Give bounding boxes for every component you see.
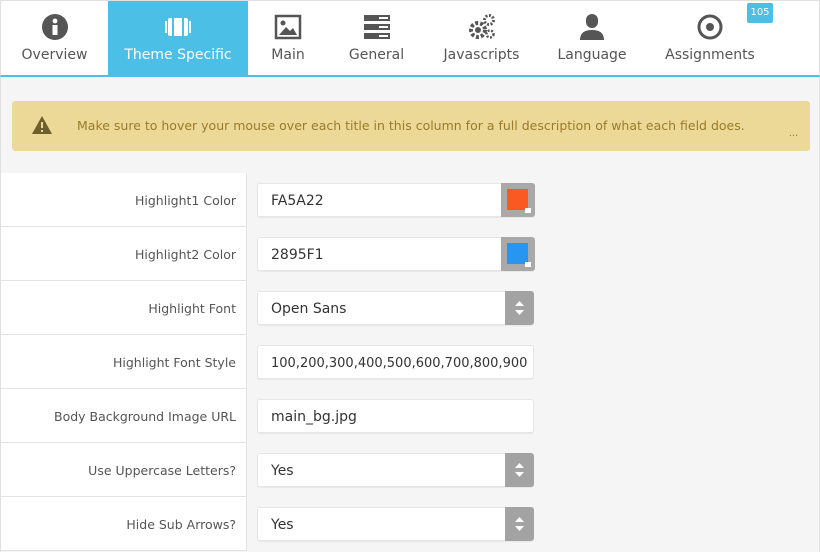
highlight-font-style-input[interactable]: 100,200,300,400,500,600,700,800,900 <box>257 345 534 379</box>
tab-label: General <box>348 47 405 63</box>
field-row: Use Uppercase Letters? <box>1 443 247 497</box>
tab-label: Main <box>271 47 305 63</box>
tab-label: Theme Specific <box>124 47 232 63</box>
field-row: Body Background Image URL <box>1 389 247 443</box>
caret-icon <box>525 208 531 213</box>
field-row: Highlight1 Color <box>1 173 247 227</box>
sort-icon <box>515 517 524 531</box>
gears-icon <box>468 14 495 39</box>
field-value: main_bg.jpg <box>271 409 357 425</box>
tab-language[interactable]: Language <box>538 1 646 76</box>
field-label[interactable]: Highlight Font <box>148 301 236 316</box>
tab-overview[interactable]: Overview <box>1 1 108 76</box>
alert-more-link[interactable]: ... <box>789 127 798 139</box>
tab-label: Javascripts <box>443 47 520 63</box>
hide-sub-arrows-select[interactable]: Yes <box>257 507 534 541</box>
target-icon <box>697 14 723 40</box>
theme-icon <box>165 18 191 36</box>
field-row: Highlight2 Color <box>1 227 247 281</box>
color-picker-button[interactable] <box>501 183 535 217</box>
highlight-font-select[interactable]: Open Sans <box>257 291 534 325</box>
info-icon <box>41 14 68 40</box>
color-swatch <box>507 243 528 264</box>
caret-icon <box>525 262 531 267</box>
select-arrows[interactable] <box>505 507 534 541</box>
field-row: Highlight Font Style <box>1 335 247 389</box>
color-picker-button[interactable] <box>501 237 535 271</box>
field-row: Highlight Font <box>1 281 247 335</box>
field-value: Yes <box>271 463 294 479</box>
field-value: 100,200,300,400,500,600,700,800,900 <box>271 356 528 371</box>
field-value: FA5A22 <box>271 193 324 209</box>
field-value: Yes <box>271 517 294 533</box>
warning-icon <box>32 116 52 134</box>
field-label[interactable]: Highlight Font Style <box>113 355 236 370</box>
tab-label: Assignments <box>665 47 755 63</box>
color-swatch <box>507 189 528 210</box>
image-icon <box>274 14 302 40</box>
user-icon <box>580 14 604 40</box>
highlight1-color-input[interactable]: FA5A22 <box>257 183 535 217</box>
select-arrows[interactable] <box>505 291 534 325</box>
assignments-count-badge: 105 <box>747 3 773 23</box>
highlight2-color-input[interactable]: 2895F1 <box>257 237 535 271</box>
tab-theme-specific[interactable]: Theme Specific <box>108 1 248 76</box>
field-label[interactable]: Use Uppercase Letters? <box>88 463 236 478</box>
alert-message: Make sure to hover your mouse over each … <box>77 118 745 133</box>
field-label[interactable]: Hide Sub Arrows? <box>126 517 236 532</box>
sort-icon <box>515 463 524 477</box>
tab-general[interactable]: General <box>328 1 425 76</box>
tab-javascripts[interactable]: Javascripts <box>425 1 538 76</box>
field-row: Hide Sub Arrows? <box>1 497 247 551</box>
tab-label: Language <box>557 47 627 63</box>
list-icon <box>363 15 390 39</box>
info-alert: Make sure to hover your mouse over each … <box>12 101 810 151</box>
field-label[interactable]: Highlight2 Color <box>135 247 236 262</box>
use-uppercase-select[interactable]: Yes <box>257 453 534 487</box>
tab-bar: Overview Theme Specific Main General Jav… <box>0 0 820 77</box>
body-background-image-url-input[interactable]: main_bg.jpg <box>257 399 534 433</box>
field-label[interactable]: Highlight1 Color <box>135 193 236 208</box>
tab-label: Overview <box>21 47 88 63</box>
sort-icon <box>515 301 524 315</box>
tab-main[interactable]: Main <box>248 1 328 76</box>
field-label[interactable]: Body Background Image URL <box>54 409 236 424</box>
settings-panel: Make sure to hover your mouse over each … <box>0 77 820 552</box>
field-value: Open Sans <box>271 301 347 317</box>
select-arrows[interactable] <box>505 453 534 487</box>
field-value: 2895F1 <box>271 247 324 263</box>
